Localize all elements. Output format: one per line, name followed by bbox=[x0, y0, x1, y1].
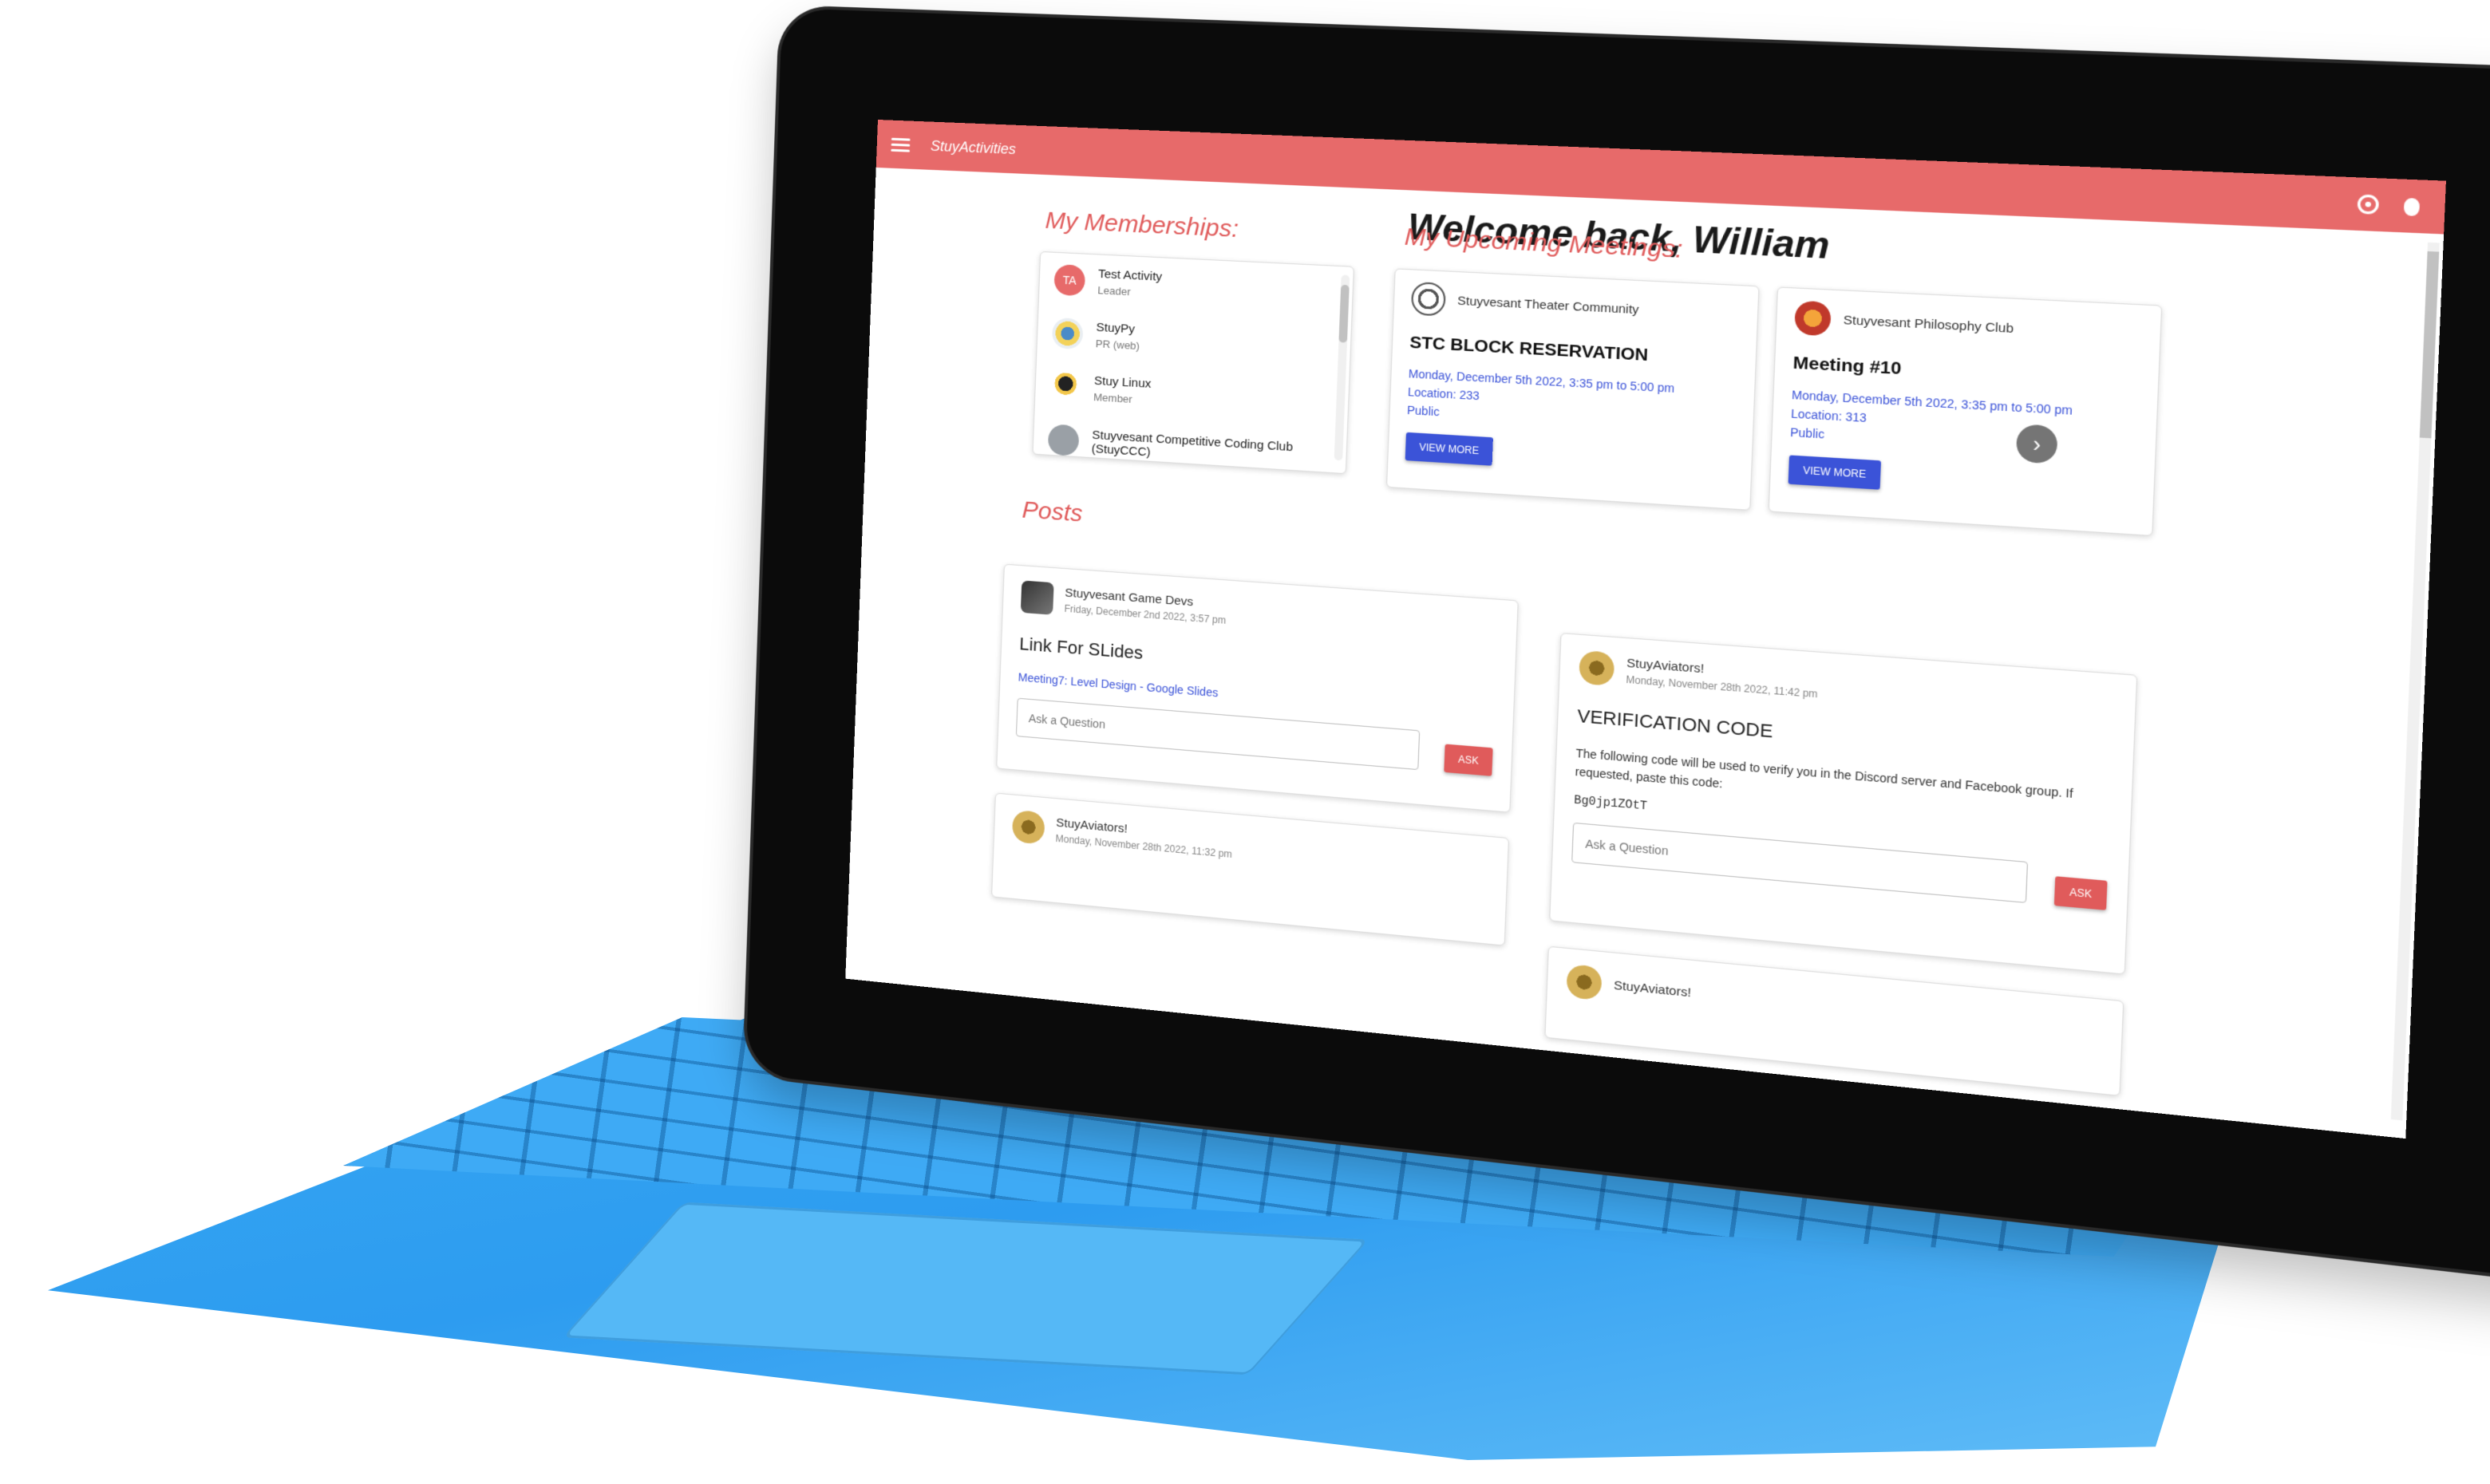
avatar bbox=[1047, 424, 1080, 457]
ask-button[interactable]: ASK bbox=[1444, 744, 1493, 776]
membership-name: Test Activity bbox=[1097, 266, 1163, 284]
avatar bbox=[1051, 317, 1084, 350]
post-club: Stuyvesant Game Devs Friday, December 2n… bbox=[1020, 580, 1498, 648]
membership-name: StuyPy bbox=[1096, 320, 1136, 337]
meeting-card: Stuyvesant Theater Community STC BLOCK R… bbox=[1385, 268, 1760, 511]
club-name: StuyAviators! bbox=[1613, 977, 1692, 1001]
membership-role: PR (web) bbox=[1095, 337, 1140, 353]
settings-icon[interactable] bbox=[2357, 194, 2380, 215]
post-club: StuyAviators! Monday, November 28th 2022… bbox=[1011, 809, 1489, 886]
bug-icon[interactable] bbox=[2403, 197, 2421, 217]
meeting-details: Monday, December 5th 2022, 3:35 pm to 5:… bbox=[1790, 385, 2139, 462]
club-logo bbox=[1410, 281, 1447, 317]
post-card: StuyAviators! Monday, November 28th 2022… bbox=[991, 792, 1510, 946]
meeting-card: Stuyvesant Philosophy Club Meeting #10 M… bbox=[1768, 286, 2163, 537]
post-club: StuyAviators! bbox=[1566, 963, 2101, 1050]
meeting-club: Stuyvesant Theater Community bbox=[1410, 281, 1741, 332]
meeting-title: STC BLOCK RESERVATION bbox=[1409, 333, 1649, 365]
club-name: Stuyvesant Philosophy Club bbox=[1843, 312, 2014, 336]
view-more-button[interactable]: VIEW MORE bbox=[1405, 432, 1493, 466]
post-card: StuyAviators! Monday, November 28th 2022… bbox=[1549, 632, 2138, 975]
club-logo bbox=[1579, 649, 1615, 687]
app-bar-actions bbox=[2357, 194, 2421, 217]
menu-icon[interactable] bbox=[891, 135, 911, 155]
membership-name: Stuy Linux bbox=[1093, 373, 1152, 392]
posts-title: Posts bbox=[1022, 496, 1084, 527]
memberships-list: TA Test Activity Leader StuyPy PR (web) … bbox=[1032, 251, 1354, 475]
tablet-screen: StuyActivities Welcome back, William My … bbox=[845, 120, 2446, 1139]
meeting-title: Meeting #10 bbox=[1792, 353, 1902, 379]
membership-name: Stuyvesant Competitive Coding Club (Stuy… bbox=[1091, 428, 1294, 460]
avatar: TA bbox=[1053, 263, 1086, 297]
meeting-details: Monday, December 5th 2022, 3:35 pm to 5:… bbox=[1407, 365, 1737, 439]
membership-role: Member bbox=[1093, 390, 1133, 406]
app-title[interactable]: StuyActivities bbox=[931, 137, 1017, 157]
membership-role: Leader bbox=[1097, 284, 1131, 298]
club-logo bbox=[1020, 580, 1054, 615]
club-logo bbox=[1566, 963, 1603, 1001]
meeting-club: Stuyvesant Philosophy Club bbox=[1794, 300, 2142, 352]
ask-button[interactable]: ASK bbox=[2053, 876, 2108, 910]
post-card: Stuyvesant Game Devs Friday, December 2n… bbox=[996, 563, 1519, 813]
club-logo bbox=[1011, 809, 1045, 845]
club-logo bbox=[1794, 300, 1832, 337]
view-more-button[interactable]: VIEW MORE bbox=[1788, 455, 1882, 490]
club-name: Stuyvesant Theater Community bbox=[1456, 293, 1639, 317]
avatar bbox=[1049, 370, 1082, 404]
